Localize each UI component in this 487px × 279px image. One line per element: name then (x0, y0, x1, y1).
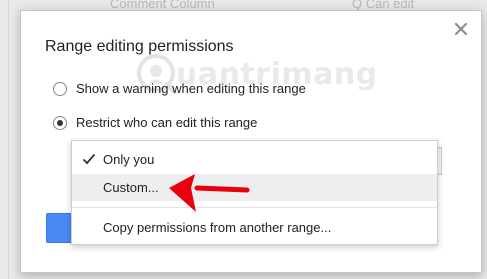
menu-separator (72, 207, 437, 208)
radio-button-checked[interactable] (53, 115, 67, 130)
background-divider (8, 0, 9, 279)
menu-item-label: Copy permissions from another range... (103, 220, 332, 235)
option-label: Show a warning when editing this range (76, 81, 306, 96)
checkmark-icon (82, 153, 96, 165)
menu-item-only-you[interactable]: Only you (72, 146, 437, 173)
red-arrow-icon (169, 174, 250, 212)
option-restrict-editors[interactable]: Restrict who can edit this range (53, 115, 257, 130)
radio-button-unchecked[interactable] (53, 81, 67, 96)
menu-item-label: Custom... (103, 180, 159, 195)
menu-item-copy-permissions[interactable]: Copy permissions from another range... (72, 214, 437, 241)
permissions-dropdown-menu: Only you Custom... Copy permissions from… (71, 140, 438, 245)
menu-item-custom[interactable]: Custom... (72, 174, 437, 201)
menu-item-label: Only you (103, 152, 155, 167)
close-icon[interactable] (453, 21, 469, 37)
option-show-warning[interactable]: Show a warning when editing this range (53, 81, 306, 96)
option-label: Restrict who can edit this range (76, 115, 258, 130)
